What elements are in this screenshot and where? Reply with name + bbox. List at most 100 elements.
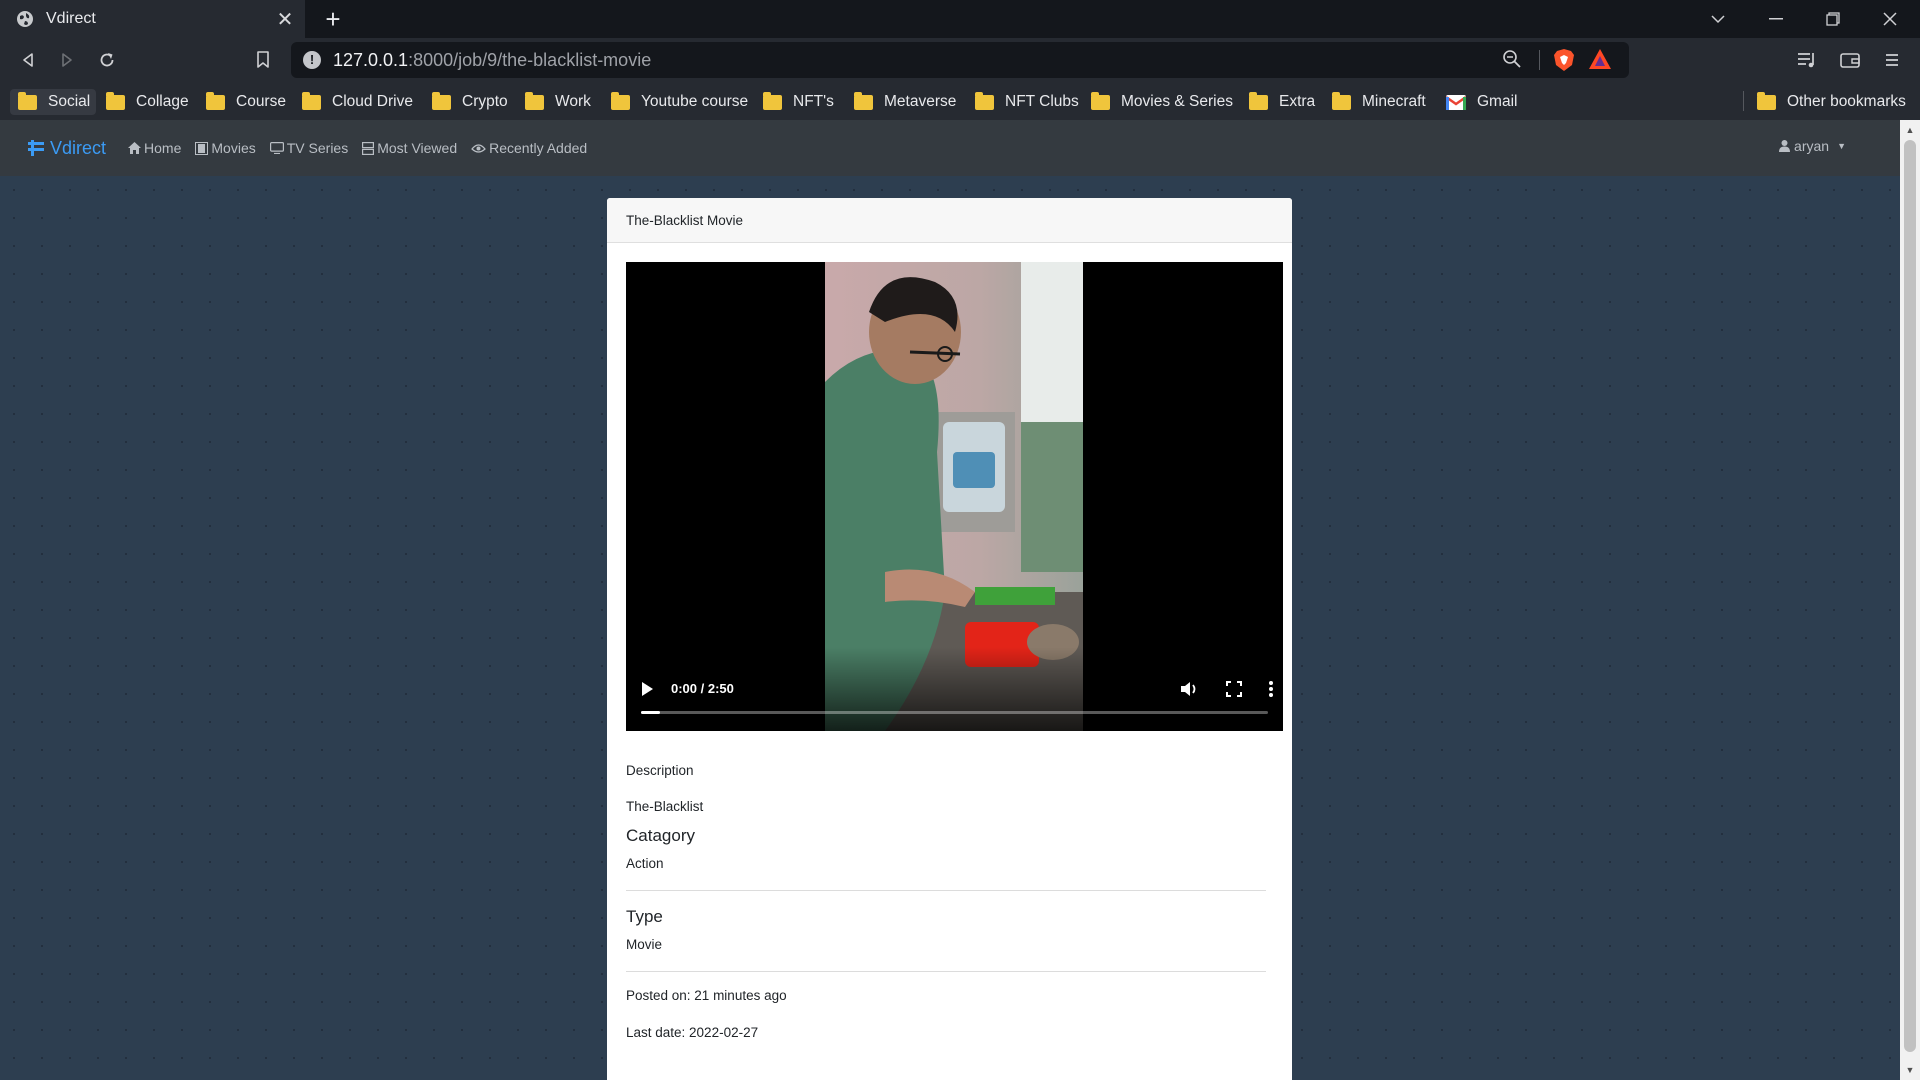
browser-tab[interactable]: Vdirect ✕ (0, 0, 305, 38)
more-options-icon[interactable] (1268, 680, 1274, 698)
nav-tv-series[interactable]: TV Series (269, 140, 348, 156)
video-progress-fill (641, 711, 660, 714)
card-header: The-Blacklist Movie (607, 198, 1292, 243)
folder-icon (106, 91, 125, 110)
user-dropdown[interactable]: aryan ▼ (1779, 138, 1846, 154)
tab-search-chevron-icon[interactable] (1690, 0, 1746, 38)
folder-icon (1332, 91, 1351, 110)
folder-icon (975, 91, 994, 110)
bookmark-folder[interactable]: NFT's (755, 89, 834, 115)
bookmark-folder[interactable]: Crypto (424, 89, 508, 115)
volume-icon[interactable] (1179, 679, 1199, 699)
category-value: Action (626, 856, 664, 871)
category-heading: Catagory (626, 826, 695, 845)
scrollbar-thumb[interactable] (1904, 140, 1916, 1052)
address-bar-divider (1539, 50, 1540, 70)
brand-name: Vdirect (50, 137, 107, 158)
minimize-button[interactable] (1748, 0, 1804, 38)
list-icon (362, 141, 375, 155)
description-text: The-Blacklist (626, 799, 704, 814)
back-icon[interactable] (14, 46, 42, 74)
folder-icon (206, 91, 225, 110)
folder-icon (763, 91, 782, 110)
tab-strip: Vdirect ✕ + (0, 0, 1920, 38)
movie-card: The-Blacklist Movie 0:00 / 2:50 Descript… (607, 198, 1292, 1080)
folder-icon (18, 91, 37, 110)
username: aryan (1794, 138, 1830, 154)
gmail-icon (1446, 94, 1466, 110)
bookmark-folder[interactable]: Social (10, 89, 97, 115)
globe-icon (17, 11, 33, 27)
video-controls: 0:00 / 2:50 (626, 647, 1283, 731)
forward-icon[interactable] (53, 46, 81, 74)
bookmark-folder[interactable]: Collage (98, 89, 189, 115)
new-tab-button[interactable]: + (318, 4, 348, 34)
bookmark-folder[interactable]: Minecraft (1324, 89, 1426, 115)
description-label: Description (626, 763, 694, 778)
bookmarks-bar: Social Collage Course Cloud Drive Crypto… (0, 82, 1920, 120)
folder-icon (432, 91, 451, 110)
zoom-icon[interactable] (1502, 49, 1522, 69)
movie-title: The-Blacklist Movie (626, 212, 744, 228)
tv-icon (269, 142, 284, 154)
nav-most-viewed[interactable]: Most Viewed (362, 140, 457, 156)
brand-link[interactable]: Vdirect (28, 138, 106, 159)
scroll-down-arrow-icon[interactable]: ▼ (1900, 1062, 1920, 1078)
bookmark-folder[interactable]: Cloud Drive (294, 89, 413, 115)
bookmark-folder[interactable]: Extra (1241, 89, 1315, 115)
brave-rewards-icon[interactable] (1588, 48, 1612, 70)
folder-icon (302, 91, 321, 110)
bookmark-folder[interactable]: Youtube course (603, 89, 748, 115)
user-icon (1779, 140, 1791, 152)
home-icon (128, 142, 142, 154)
folder-icon (854, 91, 873, 110)
bookmark-folder[interactable]: Course (198, 89, 286, 115)
bookmark-icon[interactable] (249, 46, 277, 74)
reading-list-icon[interactable] (1793, 46, 1821, 74)
folder-icon (1757, 91, 1776, 110)
wallet-icon[interactable] (1836, 46, 1864, 74)
video-player[interactable]: 0:00 / 2:50 (626, 262, 1283, 731)
close-window-button[interactable] (1862, 0, 1918, 38)
posted-on: Posted on: 21 minutes ago (626, 988, 787, 1003)
divider (626, 890, 1266, 891)
menu-icon[interactable] (1878, 46, 1906, 74)
restore-button[interactable] (1805, 0, 1861, 38)
video-progress-bar[interactable] (641, 711, 1268, 714)
bookmark-folder[interactable]: Movies & Series (1083, 89, 1233, 115)
bookmark-gmail[interactable]: Gmail (1438, 89, 1517, 115)
eye-icon (471, 143, 486, 153)
nav-recently-added[interactable]: Recently Added (471, 140, 587, 156)
scroll-up-arrow-icon[interactable]: ▲ (1900, 122, 1920, 138)
brand-logo-icon (28, 140, 44, 156)
folder-icon (611, 91, 630, 110)
fullscreen-icon[interactable] (1225, 680, 1243, 698)
brave-shields-icon[interactable] (1553, 48, 1575, 72)
site-navbar: Vdirect Home Movies TV Series Most Viewe… (0, 120, 1900, 176)
tab-title: Vdirect (46, 10, 96, 27)
caret-down-icon: ▼ (1837, 141, 1846, 151)
folder-icon (525, 91, 544, 110)
folder-icon (1091, 91, 1110, 110)
type-heading: Type (626, 907, 663, 926)
page-scrollbar[interactable]: ▲ ▼ (1900, 120, 1920, 1080)
video-time: 0:00 / 2:50 (671, 681, 734, 696)
site-info-icon[interactable]: ! (303, 51, 321, 69)
nav-home[interactable]: Home (128, 140, 181, 156)
play-icon[interactable] (638, 680, 656, 698)
url-text[interactable]: 127.0.0.1:8000/job/9/the-blacklist-movie (333, 50, 651, 71)
nav-movies[interactable]: Movies (195, 140, 256, 156)
bookmark-folder[interactable]: Metaverse (846, 89, 956, 115)
bookmarks-divider (1743, 91, 1744, 111)
bookmark-folder[interactable]: Work (517, 89, 591, 115)
film-icon (195, 141, 209, 155)
page-viewport: Vdirect Home Movies TV Series Most Viewe… (0, 120, 1900, 1080)
reload-icon[interactable] (93, 46, 121, 74)
address-bar[interactable]: ! 127.0.0.1:8000/job/9/the-blacklist-mov… (291, 42, 1629, 78)
bookmark-folder[interactable]: NFT Clubs (967, 89, 1079, 115)
type-value: Movie (626, 937, 663, 952)
other-bookmarks-folder[interactable]: Other bookmarks (1749, 89, 1906, 115)
last-date: Last date: 2022-02-27 (626, 1025, 759, 1040)
browser-toolbar: ! 127.0.0.1:8000/job/9/the-blacklist-mov… (0, 38, 1920, 82)
close-tab-icon[interactable]: ✕ (271, 7, 299, 32)
